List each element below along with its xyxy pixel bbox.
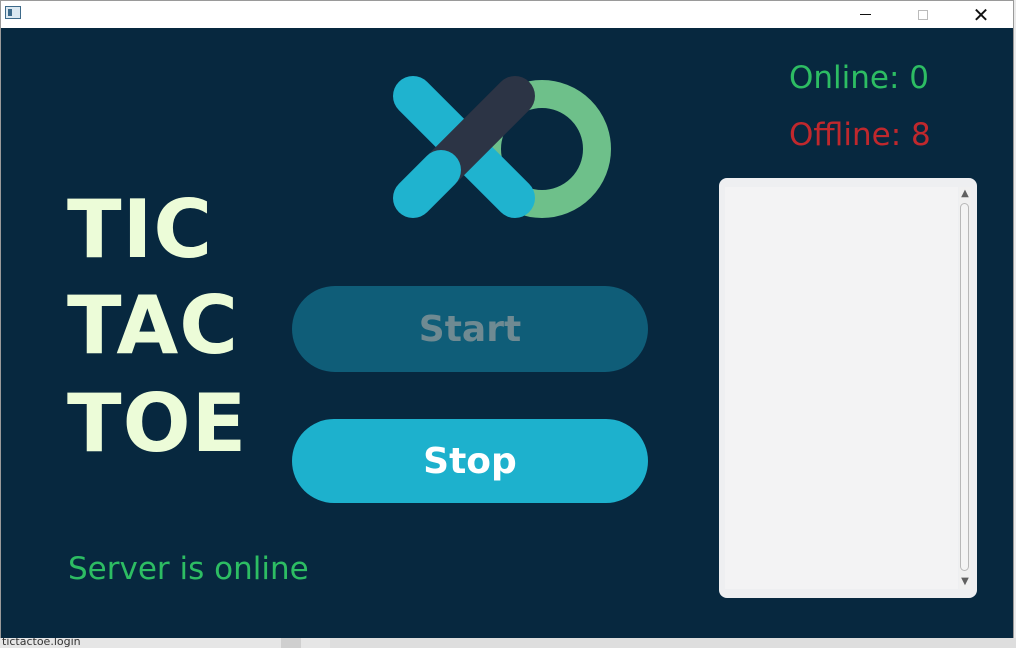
offline-count: Offline: 8	[789, 117, 931, 153]
title-tac: TAC	[67, 279, 239, 372]
close-button[interactable]: ✕	[958, 1, 1004, 28]
title-toe: TOE	[67, 377, 248, 470]
background-panel	[330, 638, 1016, 648]
background-window-strip: tictactoe.login	[0, 638, 1016, 648]
scroll-down-icon[interactable]: ▼	[959, 575, 971, 589]
app-window: ✕ TIC TAC TOE Start Stop Server is onlin…	[0, 0, 1014, 640]
minimize-icon	[859, 14, 871, 15]
scroll-up-icon[interactable]: ▲	[959, 187, 971, 201]
background-scroll-box	[281, 638, 301, 648]
scroll-thumb[interactable]	[960, 203, 969, 571]
maximize-button[interactable]	[900, 1, 946, 28]
players-list[interactable]	[725, 187, 958, 589]
title-bar[interactable]: ✕	[1, 1, 1013, 28]
players-list-scrollbar[interactable]: ▲ ▼	[959, 187, 971, 589]
players-list-panel: ▲ ▼	[719, 178, 977, 598]
close-icon: ✕	[972, 2, 990, 27]
main-panel: TIC TAC TOE Start Stop Server is online …	[1, 28, 1013, 639]
background-filename: tictactoe.login	[2, 638, 81, 648]
xo-logo-icon	[393, 76, 611, 218]
online-count: Online: 0	[789, 60, 930, 96]
minimize-button[interactable]	[842, 1, 888, 28]
start-button[interactable]: Start	[292, 286, 648, 372]
logo-x-stroke-b-end	[393, 150, 461, 218]
server-status-text: Server is online	[68, 551, 309, 587]
stop-button[interactable]: Stop	[292, 419, 648, 503]
title-tic: TIC	[67, 183, 214, 276]
maximize-icon	[918, 9, 928, 20]
app-icon	[5, 6, 21, 19]
